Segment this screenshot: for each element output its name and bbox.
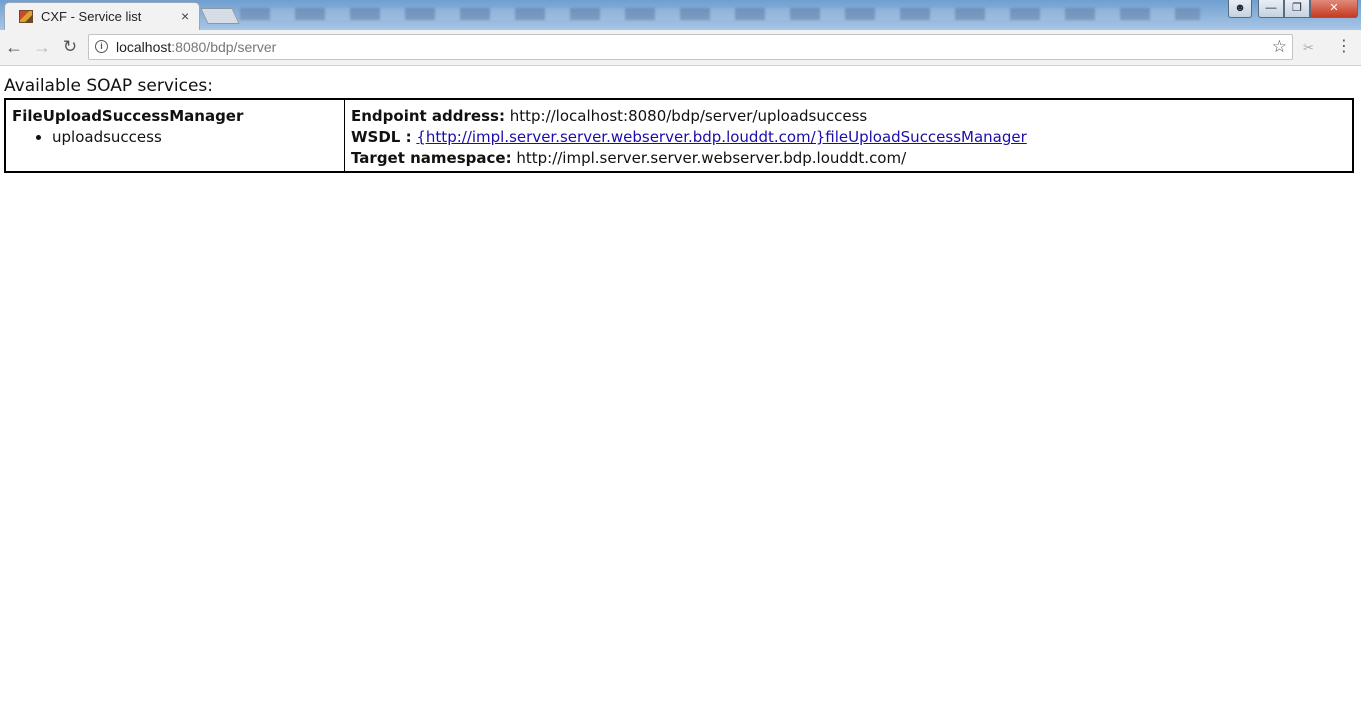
wsdl-row: WSDL : {http://impl.server.server.webser… xyxy=(351,127,1346,148)
favicon-icon xyxy=(19,10,33,23)
url-text[interactable]: localhost:8080/bdp/server xyxy=(116,39,276,55)
address-bar[interactable]: i localhost:8080/bdp/server ☆ xyxy=(88,34,1293,60)
info-icon[interactable]: i xyxy=(95,40,108,53)
table-row: FileUploadSuccessManager uploadsuccess E… xyxy=(4,98,1354,173)
blurred-background xyxy=(240,8,1200,20)
star-icon[interactable]: ☆ xyxy=(1272,36,1287,58)
endpoint-address: http://localhost:8080/bdp/server/uploads… xyxy=(509,107,868,125)
endpoint-row: Endpoint address: http://localhost:8080/… xyxy=(351,106,1346,127)
menu-icon[interactable]: ⋮ xyxy=(1336,36,1352,58)
minimize-button[interactable]: — xyxy=(1258,0,1284,18)
page-content: Available SOAP services: FileUploadSucce… xyxy=(0,66,1361,173)
window-titlebar: CXF - Service list × ☻ — ❐ ✕ xyxy=(0,0,1361,30)
service-details-cell: Endpoint address: http://localhost:8080/… xyxy=(344,98,1354,173)
list-item: uploadsuccess xyxy=(52,127,338,148)
service-cell: FileUploadSuccessManager uploadsuccess xyxy=(4,98,345,173)
operations-list: uploadsuccess xyxy=(12,127,338,148)
back-icon[interactable]: ← xyxy=(2,36,26,58)
tab-close-icon[interactable]: × xyxy=(181,8,189,24)
user-icon[interactable]: ☻ xyxy=(1228,0,1252,18)
reload-icon[interactable]: ↻ xyxy=(58,36,82,58)
services-table: FileUploadSuccessManager uploadsuccess E… xyxy=(4,98,1354,173)
forward-icon[interactable]: → xyxy=(30,36,54,58)
wsdl-link[interactable]: {http://impl.server.server.webserver.bdp… xyxy=(416,128,1026,146)
namespace-row: Target namespace: http://impl.server.ser… xyxy=(351,148,1346,169)
browser-toolbar: ← → ↻ i localhost:8080/bdp/server ☆ ✂ ⋮ xyxy=(0,30,1361,66)
endpoint-label: Endpoint address: xyxy=(351,107,505,125)
url-path: :8080/bdp/server xyxy=(171,39,277,55)
service-name: FileUploadSuccessManager xyxy=(12,107,244,125)
url-host: localhost xyxy=(116,39,172,55)
extension-icon[interactable]: ✂ xyxy=(1303,40,1314,56)
namespace-label: Target namespace: xyxy=(351,149,512,167)
browser-tab[interactable]: CXF - Service list × xyxy=(4,2,200,30)
page-heading: Available SOAP services: xyxy=(4,76,213,96)
close-window-button[interactable]: ✕ xyxy=(1310,0,1358,18)
maximize-button[interactable]: ❐ xyxy=(1284,0,1310,18)
tab-title: CXF - Service list xyxy=(41,9,142,24)
wsdl-label: WSDL : xyxy=(351,128,412,146)
target-namespace: http://impl.server.server.webserver.bdp.… xyxy=(516,149,907,167)
new-tab-button[interactable] xyxy=(200,8,240,24)
